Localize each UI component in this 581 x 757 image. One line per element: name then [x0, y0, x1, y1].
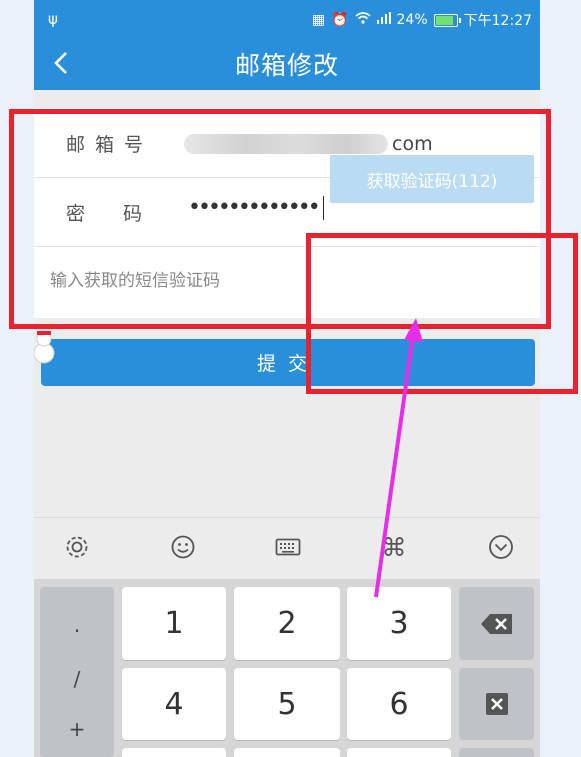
delete-key[interactable] [459, 587, 534, 660]
clear-key[interactable] [459, 668, 534, 740]
key-3[interactable]: 3 [347, 587, 451, 660]
key-7-partial[interactable] [122, 748, 226, 757]
symbol-column: . / + [40, 587, 114, 757]
gear-icon[interactable] [62, 532, 92, 562]
key-6[interactable]: 6 [347, 668, 451, 740]
annotation-box-get-code [306, 233, 578, 394]
key-4[interactable]: 4 [122, 668, 226, 740]
key-1[interactable]: 1 [122, 587, 226, 660]
alarm-icon: ⏰ [331, 12, 349, 28]
page-title: 邮箱修改 [234, 51, 339, 80]
emoji-icon[interactable] [168, 532, 198, 562]
symbol-key-plus[interactable]: + [40, 717, 114, 741]
clock: 下午12:27 [463, 13, 532, 29]
key-8-partial[interactable] [234, 748, 340, 757]
signal-icon [376, 12, 391, 28]
battery-percent: 24% [396, 12, 428, 28]
symbol-key-dot[interactable]: . [40, 613, 114, 637]
snowman-decoration [34, 331, 55, 364]
key-5[interactable]: 5 [234, 668, 340, 740]
keyboard-toolbar: ⌘ [34, 517, 540, 580]
status-bar: ψ ▦ ⏰ 24% 下午12:27 [34, 0, 540, 38]
number-keypad: . / + 1 2 3 4 5 6 [34, 579, 540, 757]
key-9-partial[interactable] [347, 748, 451, 757]
title-bar: 邮箱修改 [34, 38, 540, 90]
status-right: ▦ ⏰ 24% 下午12:27 [312, 10, 532, 30]
command-icon[interactable]: ⌘ [379, 532, 409, 562]
symbol-key-slash[interactable]: / [40, 667, 114, 691]
usb-icon: ψ [48, 10, 58, 28]
wifi-icon [354, 12, 371, 28]
vibrate-icon: ▦ [311, 12, 326, 28]
collapse-icon[interactable] [486, 532, 516, 562]
extra-key-partial[interactable] [459, 748, 534, 757]
key-2[interactable]: 2 [234, 587, 340, 660]
keyboard-icon[interactable] [273, 532, 303, 562]
backspace-icon [480, 613, 512, 634]
battery-icon [433, 13, 461, 27]
clear-icon [485, 693, 508, 715]
